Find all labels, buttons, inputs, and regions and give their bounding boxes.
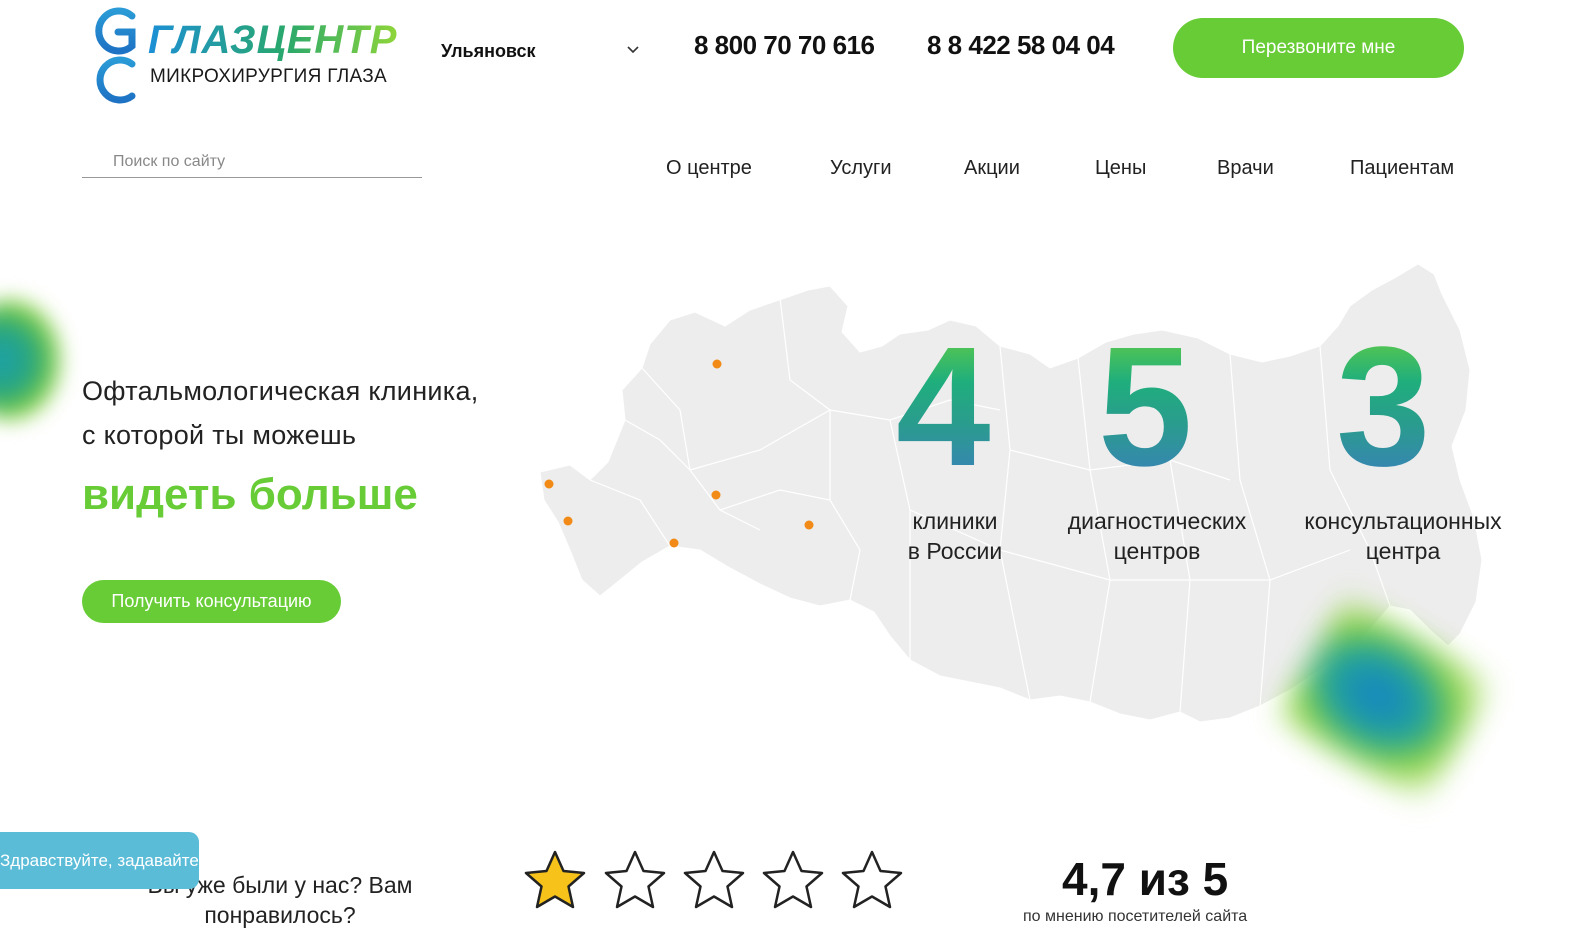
phone-federal[interactable]: 8 800 70 70 616 <box>694 30 875 61</box>
star-icon[interactable] <box>602 848 668 914</box>
star-icon[interactable] <box>760 848 826 914</box>
logo-mark-icon <box>95 7 136 104</box>
star-icon[interactable] <box>839 848 905 914</box>
nav-item-prices[interactable]: Цены <box>1095 157 1146 180</box>
stat-clinics-label: клиники в России <box>880 506 1030 566</box>
nav-item-patients[interactable]: Пациентам <box>1350 157 1454 180</box>
rating-caption: по мнению посетителей сайта <box>1023 908 1248 925</box>
stat-diagnostic-label-line-2: центров <box>1113 538 1201 564</box>
nav-item-promotions[interactable]: Акции <box>964 157 1020 180</box>
map-marker <box>544 479 554 489</box>
stat-diagnostic-label-line-1: диагностических <box>1067 508 1247 534</box>
rating-value: 4,7 из 5 <box>1062 853 1229 905</box>
hero-accent-text: видеть больше <box>82 470 418 519</box>
city-selector[interactable]: Ульяновск <box>441 41 641 65</box>
stat-consult-label-line-1: консультационных <box>1304 508 1502 534</box>
map-marker <box>669 538 679 548</box>
stat-diagnostic-label: диагностических центров <box>1050 506 1264 566</box>
stat-consult-label-line-2: центра <box>1365 538 1441 564</box>
city-name: Ульяновск <box>441 41 536 61</box>
map-marker <box>711 490 721 500</box>
site-logo[interactable]: ГЛАЗЦЕНТР МИКРОХИРУРГИЯ ГЛАЗА <box>88 2 438 110</box>
logo-subtitle: МИКРОХИРУРГИЯ ГЛАЗА <box>150 66 388 87</box>
stat-clinics-label-line-1: клиники <box>912 508 998 534</box>
get-consultation-button[interactable]: Получить консультацию <box>82 580 341 623</box>
nav-item-doctors[interactable]: Врачи <box>1217 157 1274 180</box>
stat-consult-count: 3 <box>1336 312 1431 502</box>
stat-clinics-count: 4 <box>896 312 991 502</box>
chevron-down-icon <box>627 46 639 54</box>
stat-clinics-label-line-2: в России <box>907 538 1003 564</box>
map-marker <box>804 520 814 530</box>
star-icon[interactable] <box>681 848 747 914</box>
nav-item-about[interactable]: О центре <box>666 157 752 180</box>
stat-diagnostic-count: 5 <box>1098 312 1193 502</box>
hero-headline-line-1: Офтальмологическая клиника, <box>82 376 479 406</box>
stat-consult-label: консультационных центра <box>1288 506 1518 566</box>
decorative-blob-left <box>0 300 60 420</box>
star-icon-filled[interactable] <box>522 848 588 914</box>
hero-headline-line-2: с которой ты можешь <box>82 420 357 450</box>
main-nav: О центре Услуги Акции Цены Врачи Пациент… <box>0 157 1574 183</box>
phone-local[interactable]: 8 8 422 58 04 04 <box>927 30 1115 61</box>
callback-button[interactable]: Перезвоните мне <box>1173 18 1464 78</box>
nav-item-services[interactable]: Услуги <box>830 157 892 180</box>
map-marker <box>563 516 573 526</box>
map-marker <box>712 359 722 369</box>
chat-widget-tab[interactable]: Здравствуйте, задавайте вопросы! <box>0 832 199 889</box>
logo-title: ГЛАЗЦЕНТР <box>148 18 398 62</box>
feedback-question-line-2: понравилось? <box>204 902 356 928</box>
